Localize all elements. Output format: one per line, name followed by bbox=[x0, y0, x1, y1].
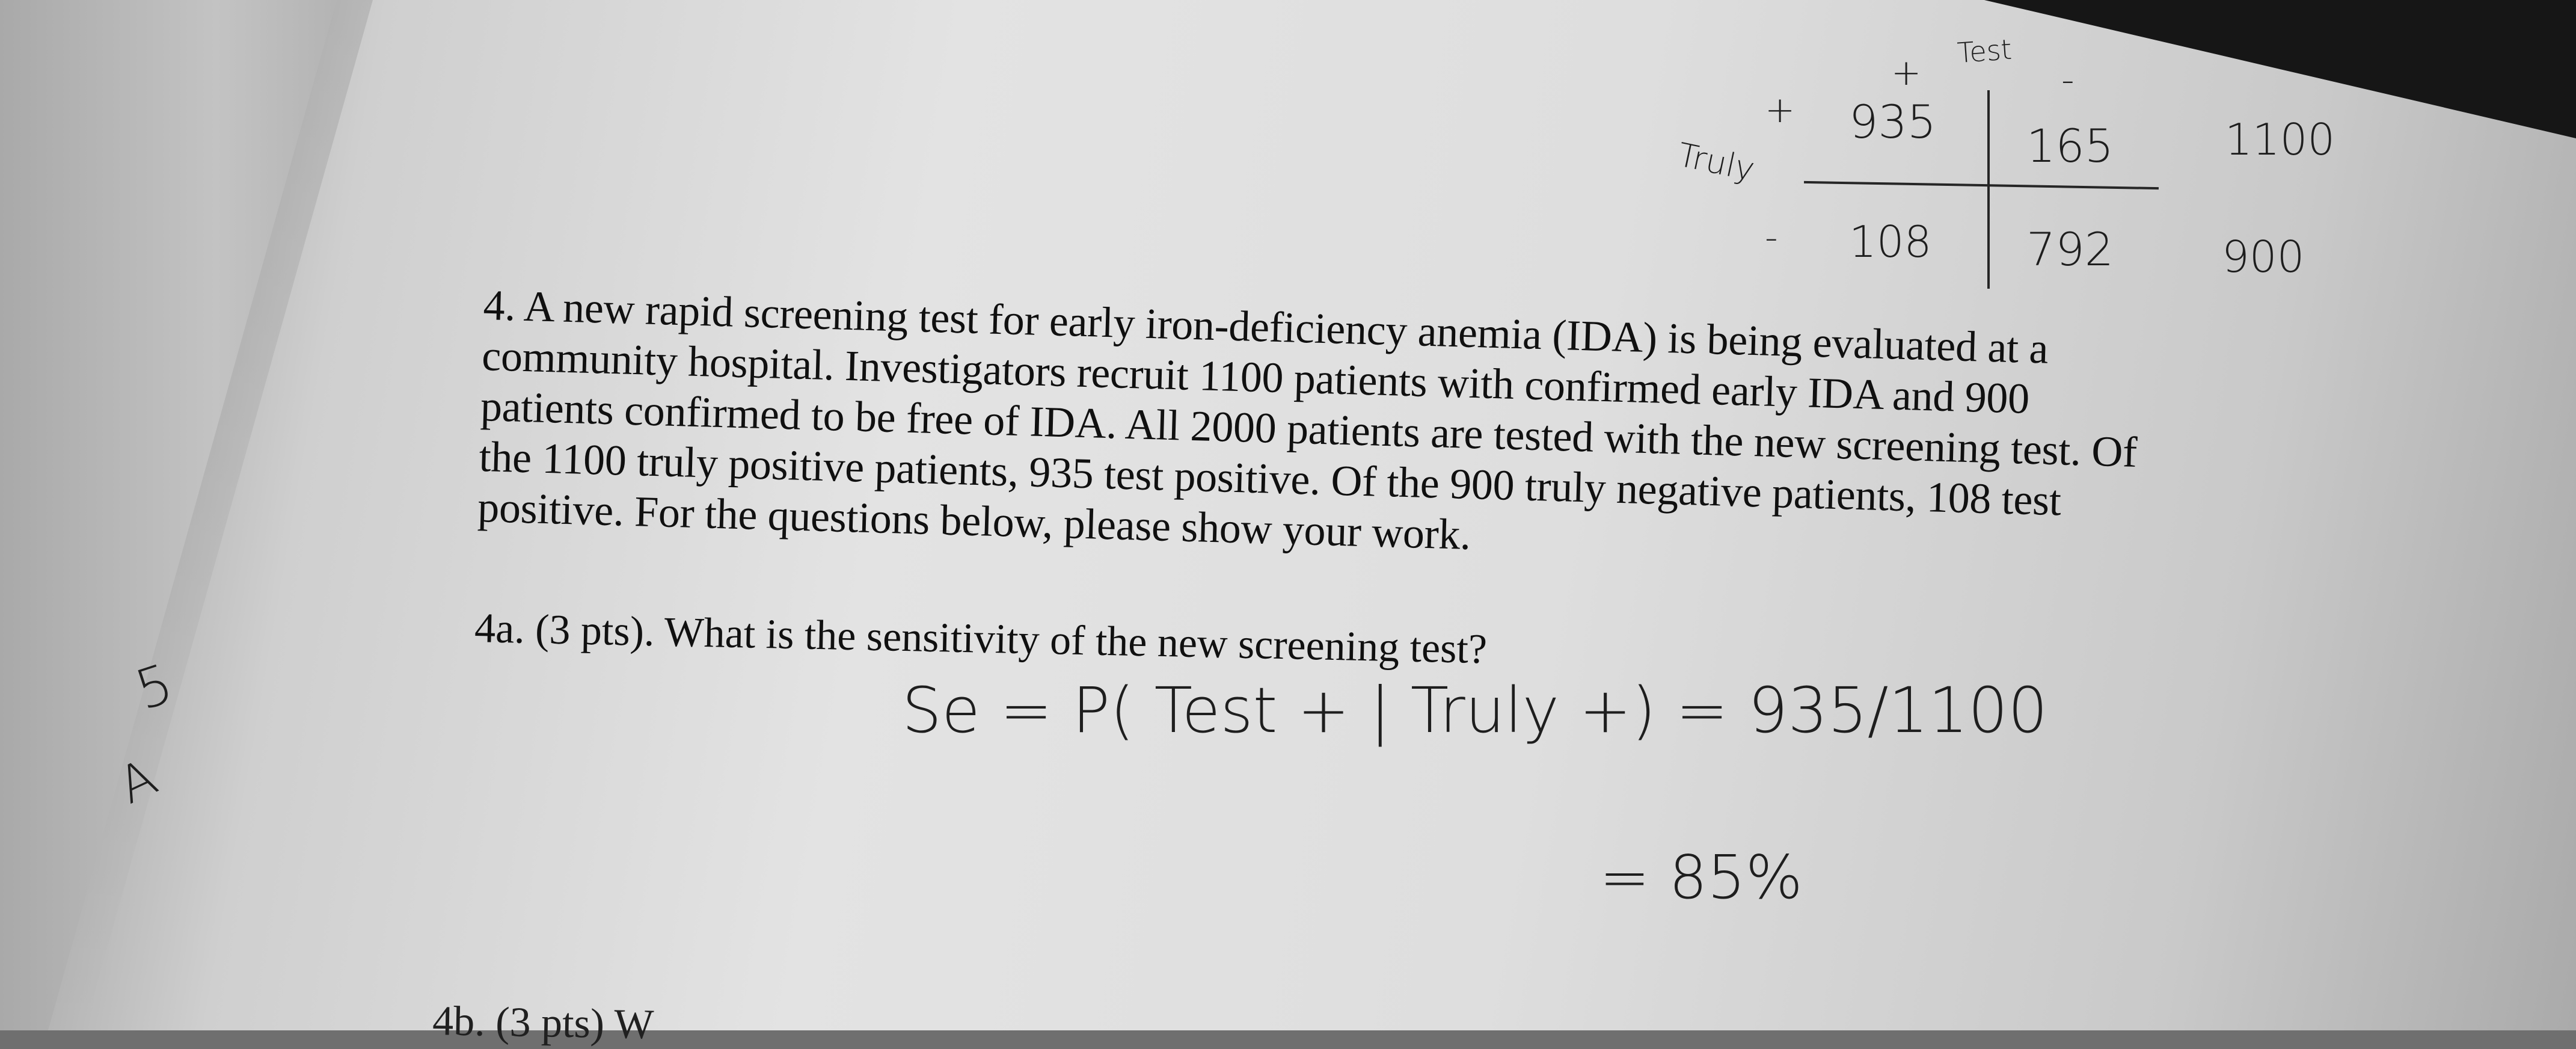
table-col-plus: + bbox=[1891, 52, 1922, 94]
table-header-test: Test bbox=[1956, 32, 2013, 70]
table-row-minus: - bbox=[1765, 217, 1778, 259]
cell-tn: 792 bbox=[2026, 223, 2114, 276]
answer-formula: Se = P( Test + | Truly +) = 935/1100 bbox=[902, 674, 2048, 747]
table-col-minus: - bbox=[2061, 59, 2075, 101]
cell-row2-total: 900 bbox=[2222, 232, 2305, 282]
cell-fn: 165 bbox=[2026, 119, 2114, 173]
answer-result: = 85% bbox=[1599, 842, 1803, 912]
cell-tp: 935 bbox=[1849, 95, 1937, 149]
table-vertical-rule bbox=[1987, 90, 1990, 289]
table-row-plus: + bbox=[1765, 89, 1796, 131]
problem-statement: 4. A new rapid screening test for early … bbox=[477, 280, 2317, 583]
cell-row1-total: 1100 bbox=[2225, 114, 2335, 165]
cell-fp: 108 bbox=[1849, 217, 1932, 267]
question-4b-partial: 4b. (3 pts) W bbox=[432, 997, 655, 1048]
